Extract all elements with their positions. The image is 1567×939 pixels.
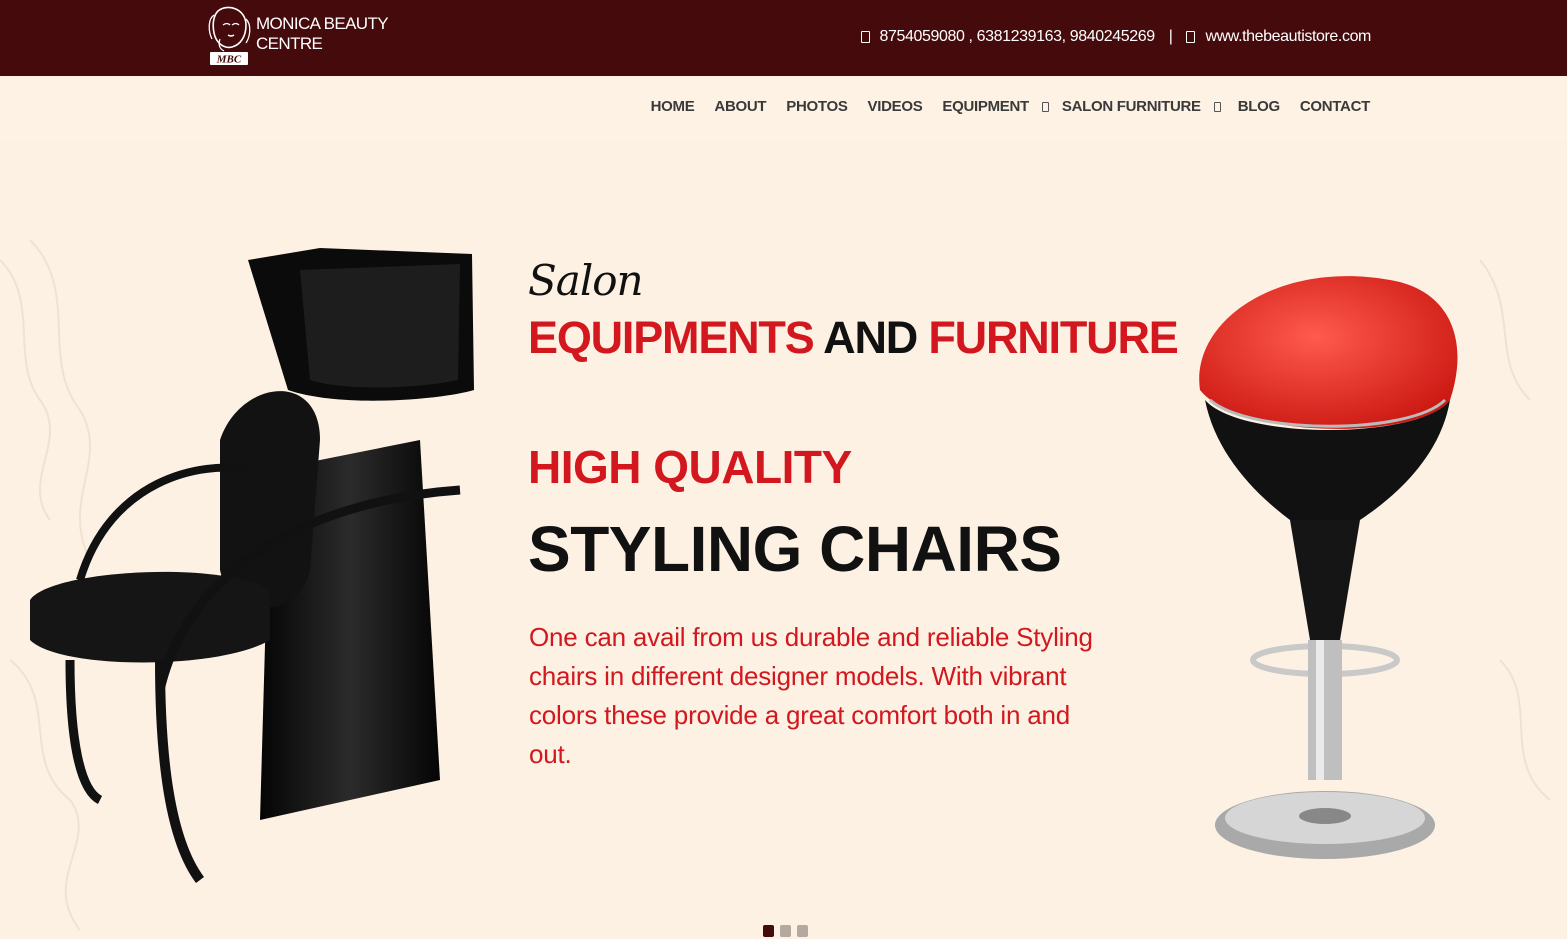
top-bar: MBC MONICA BEAUTY CENTRE 8754059080 , 63… [0, 0, 1567, 76]
hero-script-heading: Salon [528, 256, 644, 305]
nav-salon-furniture-label: SALON FURNITURE [1061, 98, 1201, 115]
nav-about[interactable]: ABOUT [714, 98, 766, 115]
brand-name: MONICA BEAUTY CENTRE [256, 14, 388, 53]
website-link[interactable]: www.thebeautistore.com [1205, 28, 1371, 46]
shampoo-chair-image [30, 248, 474, 883]
main-nav: HOME ABOUT PHOTOS VIDEOS EQUIPMENT SALON… [631, 98, 1371, 115]
nav-photos-label: PHOTOS [786, 98, 848, 115]
slider-dot-3[interactable] [797, 925, 808, 937]
nav-blog-label: BLOG [1237, 98, 1280, 115]
nav-videos[interactable]: VIDEOS [868, 98, 923, 115]
slider-dot-2[interactable] [780, 925, 791, 937]
hero-title: STYLING CHAIRS [528, 513, 1062, 585]
hero-description: One can avail from us durable and reliab… [529, 622, 1093, 769]
nav-photos[interactable]: PHOTOS [786, 98, 848, 115]
nav-home-label: HOME [650, 98, 695, 115]
slider-dot-1[interactable] [763, 925, 774, 937]
phone-numbers[interactable]: 8754059080 , 6381239163, 9840245269 [880, 28, 1156, 46]
hero-headline: EQUIPMENTS AND FURNITURE [528, 312, 1179, 364]
site-logo[interactable]: MBC MONICA BEAUTY CENTRE [206, 4, 436, 68]
globe-icon [1186, 31, 1196, 43]
headline-and: AND [813, 312, 929, 363]
dropdown-icon [1041, 101, 1049, 112]
nav-about-label: ABOUT [714, 98, 767, 115]
logo-emblem: MBC [206, 5, 252, 67]
nav-contact[interactable]: CONTACT [1300, 98, 1370, 115]
nav-videos-label: VIDEOS [867, 98, 923, 115]
hero-subheading: HIGH QUALITY [528, 441, 852, 493]
nav-equipment-label: EQUIPMENT [942, 98, 1029, 115]
nav-blog[interactable]: BLOG [1238, 98, 1280, 115]
contact-separator: | [1168, 28, 1173, 45]
dropdown-icon [1213, 101, 1221, 112]
nav-home[interactable]: HOME [651, 98, 695, 115]
headline-furniture: FURNITURE [928, 312, 1178, 363]
main-navbar: HOME ABOUT PHOTOS VIDEOS EQUIPMENT SALON… [0, 76, 1567, 140]
headline-equipments: EQUIPMENTS [528, 312, 815, 363]
contact-info: 8754059080 , 6381239163, 9840245269 | ww… [860, 28, 1371, 46]
nav-salon-furniture[interactable]: SALON FURNITURE [1062, 98, 1234, 115]
phone-icon [860, 31, 870, 43]
slider-pagination [763, 925, 814, 937]
nav-equipment[interactable]: EQUIPMENT [942, 98, 1061, 115]
logo-mark-text: MBC [216, 54, 242, 66]
bar-stool-image [1199, 276, 1458, 859]
nav-contact-label: CONTACT [1299, 98, 1370, 115]
